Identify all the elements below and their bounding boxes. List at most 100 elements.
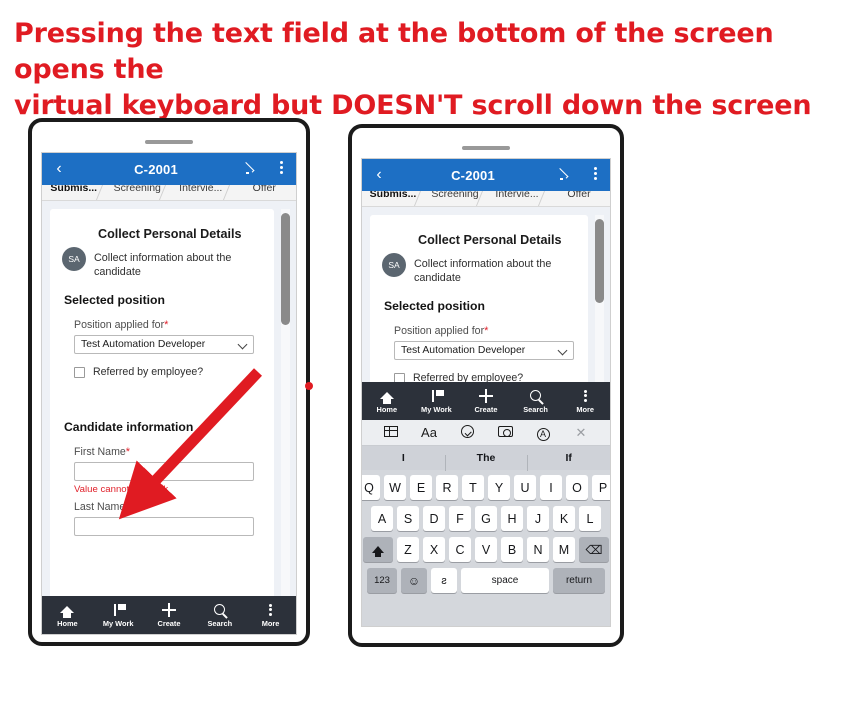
keyboard-rows: Q W E R T Y U I O P A S D F G H J K L Z …: [362, 470, 610, 593]
position-select[interactable]: Test Automation Developer: [394, 341, 574, 360]
key-n[interactable]: N: [527, 537, 549, 562]
last-name-field-label: Last Name*: [74, 501, 260, 513]
position-select-value: Test Automation Developer: [401, 345, 526, 356]
key-q[interactable]: Q: [362, 475, 380, 500]
camera-icon[interactable]: [486, 425, 524, 440]
tab-interview[interactable]: Intervie...: [486, 191, 548, 200]
required-asterisk: *: [484, 325, 489, 337]
numeric-key[interactable]: 123: [367, 568, 397, 593]
shift-icon[interactable]: [363, 537, 393, 562]
table-icon[interactable]: [372, 425, 410, 440]
key-d[interactable]: D: [423, 506, 445, 531]
search-icon: [511, 388, 561, 403]
tab-submission[interactable]: Submis...: [362, 191, 424, 200]
position-select[interactable]: Test Automation Developer: [74, 335, 254, 354]
last-name-input[interactable]: [74, 517, 254, 536]
kebab-menu-button[interactable]: [266, 160, 296, 178]
key-w[interactable]: W: [384, 475, 406, 500]
tab-screening[interactable]: Screening: [424, 191, 486, 200]
card-heading: Collect Personal Details: [98, 227, 242, 241]
tab-offer[interactable]: Offer: [548, 191, 610, 200]
nav-item-my-work[interactable]: My Work: [93, 602, 144, 628]
scrollbar-thumb[interactable]: [595, 219, 604, 303]
edit-button[interactable]: [236, 161, 266, 177]
tab-bar-left: Submis... Screening Intervie... Offer: [42, 185, 296, 201]
flag-icon: [93, 602, 144, 617]
backspace-icon[interactable]: ⌫: [579, 537, 609, 562]
key-s[interactable]: S: [397, 506, 419, 531]
nav-item-more[interactable]: More: [560, 388, 610, 414]
referred-checkbox[interactable]: [74, 366, 85, 378]
key-p[interactable]: P: [592, 475, 610, 500]
checkmark-circle-icon[interactable]: [448, 424, 486, 441]
return-key[interactable]: return: [553, 568, 605, 593]
scrollbar-thumb[interactable]: [281, 213, 290, 325]
key-y[interactable]: Y: [488, 475, 510, 500]
nav-item-more[interactable]: More: [245, 602, 296, 628]
suggestion-1[interactable]: I: [362, 452, 445, 464]
key-v[interactable]: V: [475, 537, 497, 562]
position-field-label: Position applied for*: [74, 319, 260, 331]
tab-screening[interactable]: Screening: [106, 185, 170, 194]
tab-interview[interactable]: Intervie...: [169, 185, 233, 194]
key-h[interactable]: H: [501, 506, 523, 531]
phone-left-screen: ‹ C-2001 Submis... Screening Intervie...…: [41, 152, 297, 635]
nav-item-home[interactable]: Home: [42, 602, 93, 628]
key-c[interactable]: C: [449, 537, 471, 562]
key-x[interactable]: X: [423, 537, 445, 562]
key-e[interactable]: E: [410, 475, 432, 500]
nav-item-home[interactable]: Home: [362, 388, 412, 414]
nav-label-my-work: My Work: [102, 619, 134, 628]
key-k[interactable]: K: [553, 506, 575, 531]
kebab-menu-button[interactable]: [580, 166, 610, 184]
plus-icon: [461, 388, 511, 403]
emoji-icon[interactable]: ☺: [401, 568, 427, 593]
first-name-error: Value cannot be blank: [74, 484, 169, 495]
pencil-icon: [559, 167, 572, 180]
key-t[interactable]: T: [462, 475, 484, 500]
annotate-icon[interactable]: A: [524, 425, 562, 441]
page-title: C-2001: [134, 161, 178, 177]
key-z[interactable]: Z: [397, 537, 419, 562]
key-m[interactable]: M: [553, 537, 575, 562]
tab-offer[interactable]: Offer: [233, 185, 297, 194]
nav-item-search[interactable]: Search: [511, 388, 561, 414]
key-g[interactable]: G: [475, 506, 497, 531]
nav-item-my-work[interactable]: My Work: [412, 388, 462, 414]
suggestion-3[interactable]: If: [527, 452, 610, 471]
microphone-icon[interactable]: ƨ: [431, 568, 457, 593]
card-heading: Collect Personal Details: [418, 233, 562, 247]
section-selected-position: Selected position: [64, 293, 165, 307]
edit-button[interactable]: [550, 167, 580, 183]
nav-label-my-work: My Work: [421, 405, 452, 414]
back-icon[interactable]: ‹: [42, 161, 76, 177]
form-content-right: SA Collect Personal Details Collect info…: [362, 207, 610, 626]
close-icon[interactable]: ✕: [562, 425, 600, 441]
page-title: C-2001: [451, 167, 495, 183]
back-icon[interactable]: ‹: [362, 167, 396, 183]
avatar: SA: [382, 253, 406, 277]
nav-item-search[interactable]: Search: [194, 602, 245, 628]
key-j[interactable]: J: [527, 506, 549, 531]
referred-checkbox-row[interactable]: Referred by employee?: [74, 366, 260, 378]
suggestion-2[interactable]: The: [444, 452, 528, 471]
key-o[interactable]: O: [566, 475, 588, 500]
first-name-input[interactable]: [74, 462, 254, 481]
key-f[interactable]: F: [449, 506, 471, 531]
key-u[interactable]: U: [514, 475, 536, 500]
bottom-nav-right: Home My Work Create Search More: [362, 382, 610, 420]
space-key[interactable]: space: [461, 568, 549, 593]
first-name-label-text: First Name: [74, 446, 126, 458]
nav-label-home: Home: [57, 619, 78, 628]
position-label-text: Position applied for: [74, 319, 165, 331]
key-l[interactable]: L: [579, 506, 601, 531]
text-format-icon[interactable]: Aa: [410, 425, 448, 440]
key-a[interactable]: A: [371, 506, 393, 531]
key-r[interactable]: R: [436, 475, 458, 500]
key-i[interactable]: I: [540, 475, 562, 500]
nav-label-create: Create: [157, 619, 181, 628]
nav-item-create[interactable]: Create: [461, 388, 511, 414]
key-b[interactable]: B: [501, 537, 523, 562]
nav-item-create[interactable]: Create: [144, 602, 195, 628]
tab-submission[interactable]: Submis...: [42, 185, 106, 194]
